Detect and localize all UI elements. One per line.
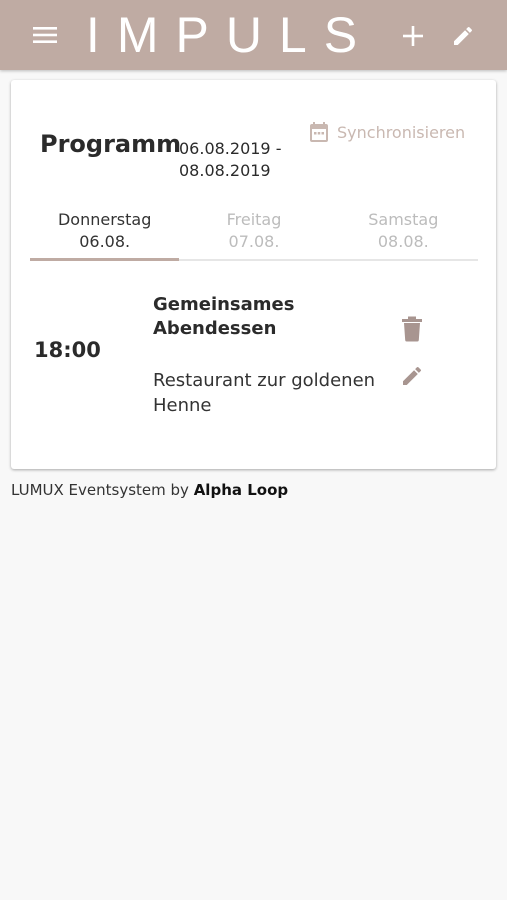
event-location: Restaurant zur goldenen Henne <box>153 370 376 416</box>
tab-donnerstag[interactable]: Donnerstag 06.08. <box>30 206 179 262</box>
tab-date-label: 07.08. <box>228 232 280 251</box>
tab-samstag[interactable]: Samstag 08.08. <box>329 206 478 262</box>
edit-button[interactable] <box>446 20 480 52</box>
tab-day-label: Samstag <box>368 210 439 229</box>
program-date-range: 06.08.2019 - 08.08.2019 <box>179 139 282 180</box>
footer: LUMUX Eventsystem by Alpha Loop <box>11 481 288 499</box>
day-tabs: Donnerstag 06.08. Freitag 07.08. Samstag… <box>30 206 478 262</box>
tab-day-label: Freitag <box>226 210 282 229</box>
pencil-icon <box>403 366 422 385</box>
footer-text: LUMUX Eventsystem by <box>11 481 189 499</box>
trash-icon <box>402 316 422 342</box>
footer-link-alpha-loop[interactable]: Alpha Loop <box>194 481 288 499</box>
tab-day-label: Donnerstag <box>57 210 152 229</box>
add-button[interactable] <box>396 20 430 52</box>
sync-button[interactable]: Synchronisieren <box>307 120 465 144</box>
program-card: Programm 06.08.2019 - 08.08.2019 Synchro… <box>11 80 496 469</box>
plus-icon <box>403 26 423 46</box>
brand-logo: IMPULS <box>85 7 375 63</box>
calendar-icon <box>310 122 328 142</box>
event-time: 18:00 <box>34 338 101 362</box>
menu-icon <box>33 27 57 43</box>
edit-event-button[interactable] <box>397 361 427 391</box>
app-header: IMPULS <box>0 0 507 70</box>
delete-event-button[interactable] <box>397 314 427 344</box>
event-title: Gemeinsames Abendessen <box>153 294 295 339</box>
menu-button[interactable] <box>28 20 62 50</box>
tab-date-label: 06.08. <box>79 232 131 251</box>
tab-freitag[interactable]: Freitag 07.08. <box>179 206 328 262</box>
active-tab-indicator <box>30 258 179 261</box>
program-title: Programm <box>40 130 182 158</box>
tab-date-label: 08.08. <box>377 232 429 251</box>
sync-label: Synchronisieren <box>337 122 466 142</box>
pencil-icon <box>454 26 473 45</box>
